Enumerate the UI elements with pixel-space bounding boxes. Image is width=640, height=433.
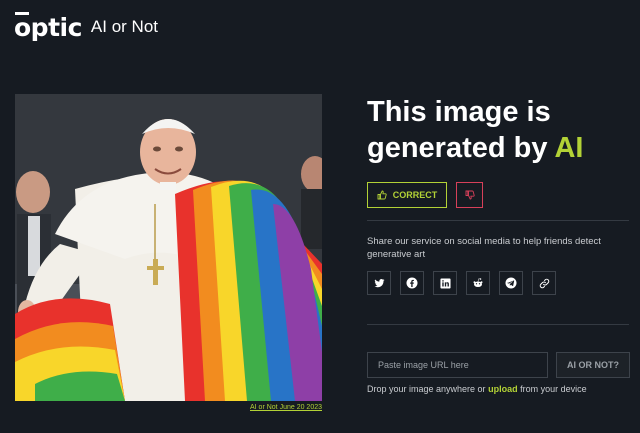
drop-prefix: Drop your image anywhere or xyxy=(367,384,486,394)
optic-logo[interactable]: optic xyxy=(14,11,82,42)
ai-or-not-button[interactable]: AI OR NOT? xyxy=(556,352,630,378)
analyzed-image xyxy=(15,94,322,401)
header: optic AI or Not xyxy=(14,11,159,42)
share-facebook-button[interactable] xyxy=(400,271,424,295)
divider xyxy=(367,220,629,221)
copy-link-button[interactable] xyxy=(532,271,556,295)
app-name: AI or Not xyxy=(90,17,159,36)
divider xyxy=(367,324,629,325)
verdict-headline: This image is generated by AI xyxy=(367,94,627,167)
logo-text: optic xyxy=(14,12,82,42)
correct-button[interactable]: CORRECT xyxy=(367,182,447,208)
linkedin-icon xyxy=(439,277,451,289)
drop-suffix: from your device xyxy=(520,384,587,394)
share-buttons xyxy=(367,271,556,295)
link-icon xyxy=(539,278,549,288)
logo-bar xyxy=(15,11,29,15)
share-reddit-button[interactable] xyxy=(466,271,490,295)
telegram-icon xyxy=(505,277,517,289)
drop-instructions: Drop your image anywhere or upload from … xyxy=(367,384,587,394)
share-twitter-button[interactable] xyxy=(367,271,391,295)
share-telegram-button[interactable] xyxy=(499,271,523,295)
facebook-icon xyxy=(406,277,418,289)
twitter-icon xyxy=(373,278,385,287)
share-description: Share our service on social media to hel… xyxy=(367,236,601,261)
thumbs-up-icon xyxy=(377,190,387,200)
thumbs-down-icon xyxy=(465,190,475,200)
upload-link[interactable]: upload xyxy=(488,384,518,394)
image-url-input[interactable] xyxy=(367,352,548,378)
correct-label: CORRECT xyxy=(392,190,438,200)
incorrect-button[interactable] xyxy=(456,182,483,208)
verdict-accent: AI xyxy=(554,132,584,165)
verdict-text: This image is generated by xyxy=(367,96,551,165)
share-linkedin-button[interactable] xyxy=(433,271,457,295)
reddit-icon xyxy=(473,278,483,287)
image-caption-link[interactable]: AI or Not June 20 2023 xyxy=(15,404,322,411)
